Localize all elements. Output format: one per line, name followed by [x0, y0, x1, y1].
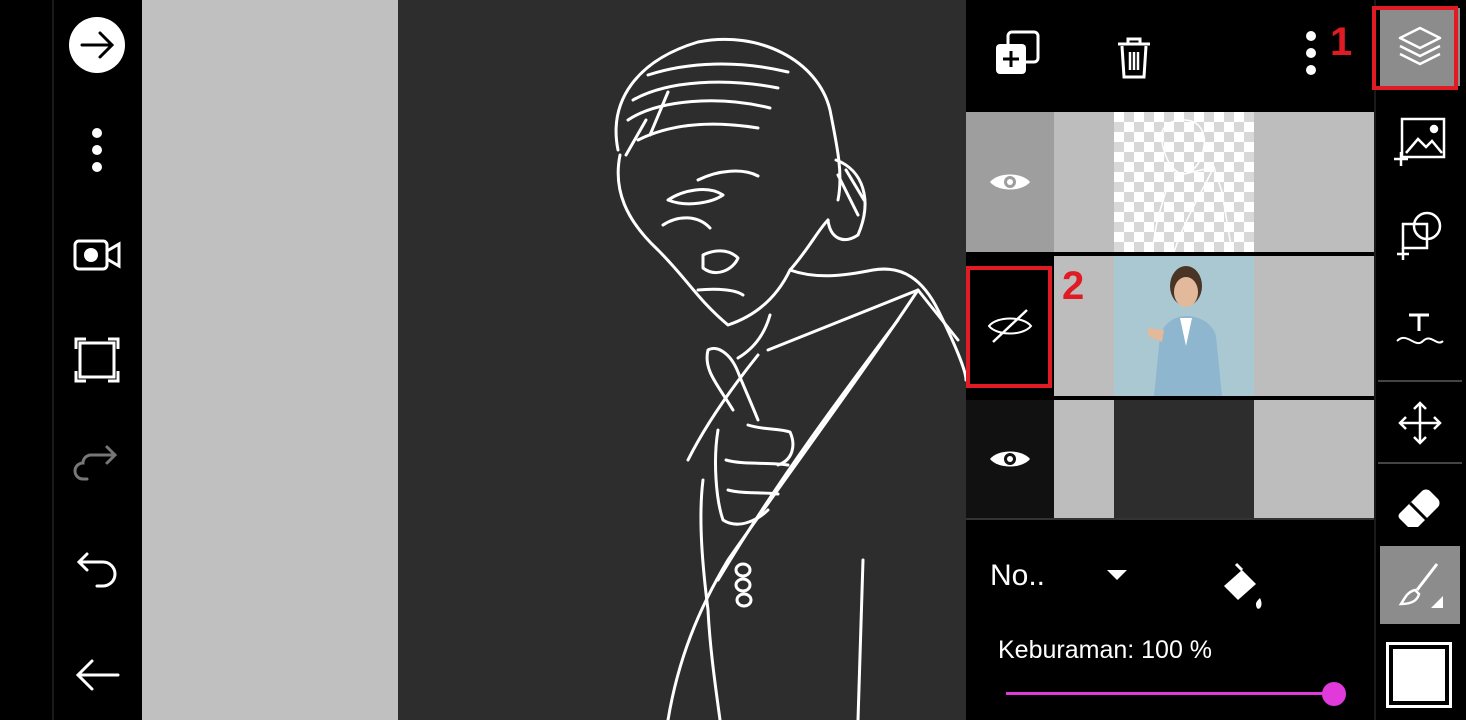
left-toolbar [0, 0, 142, 720]
layer-visibility-toggle[interactable] [966, 112, 1054, 252]
layer-row-1[interactable] [966, 112, 1374, 253]
layer-more-button[interactable] [1300, 30, 1322, 76]
more-vertical-icon [1306, 31, 1316, 75]
more-options-icon [92, 128, 102, 172]
color-swatch[interactable] [1386, 642, 1452, 708]
brush-icon [1398, 563, 1443, 608]
text-button[interactable] [1380, 290, 1460, 368]
brush-tool-button[interactable] [1380, 546, 1460, 624]
add-layer-icon [996, 30, 1040, 74]
chevron-down-icon [1107, 570, 1127, 580]
layer-row-3[interactable] [966, 400, 1374, 518]
right-toolbar [1374, 0, 1466, 720]
delete-layer-button[interactable] [1114, 36, 1154, 80]
toolbar-divider [52, 0, 54, 720]
eye-icon [990, 451, 1030, 467]
annotation-box-1 [1372, 6, 1458, 90]
shapes-icon [1397, 211, 1442, 260]
layer-thumbnail-photo [1114, 256, 1254, 396]
eraser-tool-button[interactable] [1380, 466, 1460, 544]
tool-group-border [1378, 380, 1462, 382]
blend-mode-dropdown[interactable] [1106, 568, 1128, 582]
annotation-label-1: 1 [1330, 20, 1353, 64]
record-video-button[interactable] [62, 220, 132, 290]
redo-button[interactable] [62, 428, 132, 498]
layer-thumbnail-frame [1054, 256, 1374, 396]
undo-button[interactable] [62, 535, 132, 605]
blend-mode-value: No.. [990, 559, 1046, 592]
tool-group-border [1378, 462, 1462, 464]
fullscreen-icon [74, 337, 120, 383]
layer-thumbnail-frame [1054, 112, 1374, 253]
fill-button[interactable] [1218, 562, 1266, 612]
sketch-thumbnail-icon [1151, 119, 1233, 253]
line-art-drawing [614, 37, 966, 720]
text-icon [1396, 313, 1444, 344]
annotation-box-2 [966, 266, 1052, 388]
eraser-icon [1398, 489, 1440, 527]
layer-thumbnail-sketch [1114, 112, 1254, 253]
eye-icon [990, 174, 1030, 190]
layer-thumbnail-empty [1114, 400, 1254, 518]
toolbar-divider [1374, 0, 1376, 720]
current-color-fill [1393, 649, 1445, 701]
add-image-icon [1394, 117, 1446, 166]
shapes-button[interactable] [1380, 196, 1460, 274]
layer-thumbnail-frame [1054, 400, 1374, 518]
back-arrow-icon [75, 659, 120, 691]
opacity-slider-track[interactable] [1006, 692, 1336, 695]
forward-button[interactable] [62, 10, 132, 80]
forward-arrow-icon [69, 17, 125, 73]
redo-icon [73, 445, 118, 481]
undo-icon [76, 552, 117, 588]
add-image-button[interactable] [1380, 102, 1460, 180]
add-layer-button[interactable] [994, 30, 1042, 78]
trash-icon [1118, 37, 1150, 79]
paint-bucket-icon [1224, 562, 1262, 609]
back-button[interactable] [62, 640, 132, 710]
video-camera-icon [73, 239, 121, 271]
woman-photo-icon [1148, 266, 1222, 396]
canvas-area[interactable] [142, 0, 966, 720]
fullscreen-button[interactable] [62, 325, 132, 395]
move-icon [1398, 401, 1442, 445]
more-options-button[interactable] [62, 115, 132, 185]
move-tool-button[interactable] [1380, 384, 1460, 462]
layer-visibility-toggle[interactable] [966, 400, 1054, 518]
panel-divider [966, 518, 1374, 520]
annotation-label-2: 2 [1062, 264, 1085, 308]
opacity-slider-thumb[interactable] [1322, 682, 1346, 706]
opacity-label: Keburaman: 100 % [998, 636, 1213, 664]
drawing-canvas[interactable] [398, 0, 966, 720]
